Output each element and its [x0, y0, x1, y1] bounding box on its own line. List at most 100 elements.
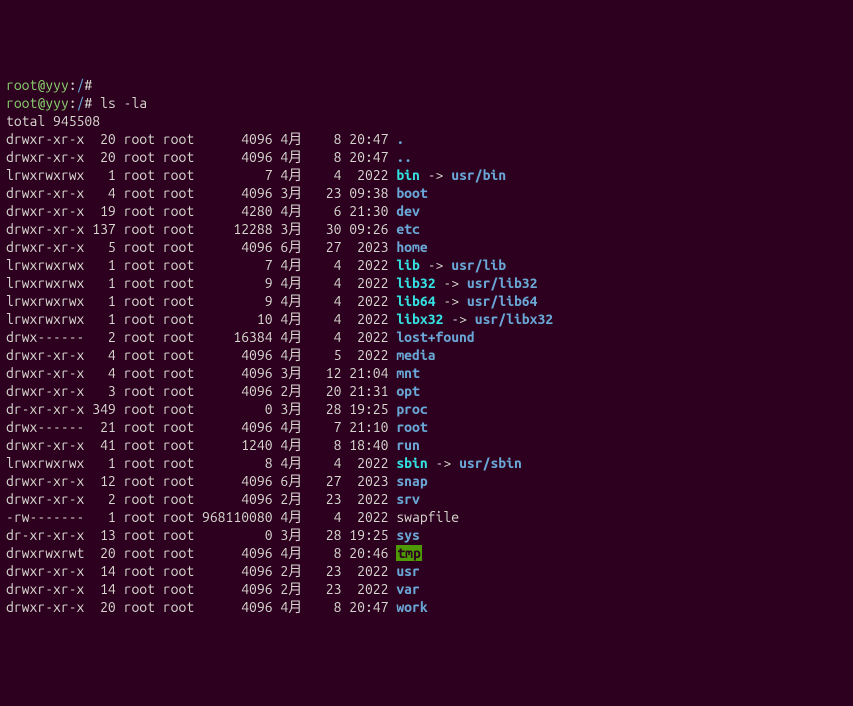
ls-meta: drwxr-xr-x 2 root root 4096 2月 23 2022 — [6, 491, 396, 507]
ls-meta: drwxr-xr-x 19 root root 4280 4月 6 21:30 — [6, 203, 396, 219]
ls-meta: dr-xr-xr-x 349 root root 0 3月 28 19:25 — [6, 401, 396, 417]
file-name: boot — [396, 185, 427, 201]
command-text: ls -la — [100, 95, 147, 111]
file-name: media — [396, 347, 435, 363]
file-name: var — [396, 581, 420, 597]
ls-meta: drwxr-xr-x 4 root root 4096 3月 23 09:38 — [6, 185, 396, 201]
ls-meta: drwx------ 2 root root 16384 4月 4 2022 — [6, 329, 396, 345]
symlink-arrow: -> — [420, 257, 451, 273]
prompt-hash: # — [84, 95, 100, 111]
ls-meta: drwxrwxrwt 20 root root 4096 4月 8 20:46 — [6, 545, 396, 561]
symlink-target: usr/lib64 — [467, 293, 538, 309]
ls-meta: drwxr-xr-x 4 root root 4096 4月 5 2022 — [6, 347, 396, 363]
ls-row: drwxr-xr-x 2 root root 4096 2月 23 2022 s… — [6, 490, 847, 508]
ls-row: drwxr-xr-x 12 root root 4096 6月 27 2023 … — [6, 472, 847, 490]
file-name: root — [396, 419, 427, 435]
file-name: proc — [396, 401, 427, 417]
ls-meta: lrwxrwxrwx 1 root root 9 4月 4 2022 — [6, 293, 396, 309]
file-name: home — [396, 239, 427, 255]
ls-row: lrwxrwxrwx 1 root root 8 4月 4 2022 sbin … — [6, 454, 847, 472]
ls-meta: drwxr-xr-x 14 root root 4096 2月 23 2022 — [6, 581, 396, 597]
ls-meta: drwxr-xr-x 14 root root 4096 2月 23 2022 — [6, 563, 396, 579]
ls-meta: drwxr-xr-x 41 root root 1240 4月 8 18:40 — [6, 437, 396, 453]
ls-meta: -rw------- 1 root root 968110080 4月 4 20… — [6, 509, 396, 525]
ls-row: lrwxrwxrwx 1 root root 9 4月 4 2022 lib64… — [6, 292, 847, 310]
ls-meta: drwxr-xr-x 20 root root 4096 4月 8 20:47 — [6, 131, 396, 147]
file-name: lib64 — [396, 293, 435, 309]
ls-row: lrwxrwxrwx 1 root root 7 4月 4 2022 lib -… — [6, 256, 847, 274]
file-name: lib32 — [396, 275, 435, 291]
symlink-arrow: -> — [443, 311, 474, 327]
ls-row: drwxr-xr-x 41 root root 1240 4月 8 18:40 … — [6, 436, 847, 454]
prompt-user: root@yyy — [6, 77, 69, 93]
ls-row: drwxr-xr-x 4 root root 4096 4月 5 2022 me… — [6, 346, 847, 364]
ls-meta: lrwxrwxrwx 1 root root 7 4月 4 2022 — [6, 167, 396, 183]
ls-meta: lrwxrwxrwx 1 root root 10 4月 4 2022 — [6, 311, 396, 327]
ls-row: drwxr-xr-x 19 root root 4280 4月 6 21:30 … — [6, 202, 847, 220]
symlink-arrow: -> — [436, 293, 467, 309]
prompt-hash: # — [84, 77, 100, 93]
ls-meta: drwxr-xr-x 20 root root 4096 4月 8 20:47 — [6, 149, 396, 165]
ls-meta: dr-xr-xr-x 13 root root 0 3月 28 19:25 — [6, 527, 396, 543]
file-name: bin — [396, 167, 420, 183]
ls-meta: drwx------ 21 root root 4096 4月 7 21:10 — [6, 419, 396, 435]
ls-row: drwxr-xr-x 20 root root 4096 4月 8 20:47 … — [6, 148, 847, 166]
prompt-colon: : — [69, 77, 77, 93]
file-name: lost+found — [396, 329, 474, 345]
file-name: lib — [396, 257, 420, 273]
ls-meta: lrwxrwxrwx 1 root root 7 4月 4 2022 — [6, 257, 396, 273]
file-name: mnt — [396, 365, 420, 381]
ls-meta: lrwxrwxrwx 1 root root 8 4月 4 2022 — [6, 455, 396, 471]
file-name: run — [396, 437, 420, 453]
file-name: srv — [396, 491, 420, 507]
file-name: libx32 — [396, 311, 443, 327]
ls-row: drwx------ 2 root root 16384 4月 4 2022 l… — [6, 328, 847, 346]
terminal-output[interactable]: root@yyy:/# root@yyy:/# ls -latotal 9455… — [6, 76, 847, 616]
symlink-arrow: -> — [436, 275, 467, 291]
prompt-line[interactable]: root@yyy:/# — [6, 76, 847, 94]
file-name: opt — [396, 383, 420, 399]
ls-row: drwxr-xr-x 20 root root 4096 4月 8 20:47 … — [6, 130, 847, 148]
file-name: dev — [396, 203, 420, 219]
file-name: etc — [396, 221, 420, 237]
symlink-target: usr/lib — [451, 257, 506, 273]
file-name: snap — [396, 473, 427, 489]
file-name: tmp — [396, 545, 422, 561]
prompt-line[interactable]: root@yyy:/# ls -la — [6, 94, 847, 112]
ls-row: dr-xr-xr-x 13 root root 0 3月 28 19:25 sy… — [6, 526, 847, 544]
ls-row: drwxr-xr-x 3 root root 4096 2月 20 21:31 … — [6, 382, 847, 400]
ls-row: drwxrwxrwt 20 root root 4096 4月 8 20:46 … — [6, 544, 847, 562]
total-line: total 945508 — [6, 112, 847, 130]
prompt-user: root@yyy — [6, 95, 69, 111]
ls-meta: drwxr-xr-x 5 root root 4096 6月 27 2023 — [6, 239, 396, 255]
symlink-target: usr/libx32 — [475, 311, 553, 327]
ls-meta: drwxr-xr-x 4 root root 4096 3月 12 21:04 — [6, 365, 396, 381]
ls-row: dr-xr-xr-x 349 root root 0 3月 28 19:25 p… — [6, 400, 847, 418]
file-name: sbin — [396, 455, 427, 471]
symlink-arrow: -> — [428, 455, 459, 471]
ls-row: -rw------- 1 root root 968110080 4月 4 20… — [6, 508, 847, 526]
ls-row: drwxr-xr-x 137 root root 12288 3月 30 09:… — [6, 220, 847, 238]
ls-meta: drwxr-xr-x 137 root root 12288 3月 30 09:… — [6, 221, 396, 237]
symlink-target: usr/lib32 — [467, 275, 538, 291]
ls-meta: drwxr-xr-x 12 root root 4096 6月 27 2023 — [6, 473, 396, 489]
ls-row: lrwxrwxrwx 1 root root 7 4月 4 2022 bin -… — [6, 166, 847, 184]
ls-row: drwxr-xr-x 14 root root 4096 2月 23 2022 … — [6, 562, 847, 580]
ls-row: drwxr-xr-x 5 root root 4096 6月 27 2023 h… — [6, 238, 847, 256]
symlink-target: usr/sbin — [459, 455, 522, 471]
symlink-target: usr/bin — [451, 167, 506, 183]
ls-row: drwxr-xr-x 20 root root 4096 4月 8 20:47 … — [6, 598, 847, 616]
symlink-arrow: -> — [420, 167, 451, 183]
ls-row: drwxr-xr-x 4 root root 4096 3月 12 21:04 … — [6, 364, 847, 382]
file-name: .. — [396, 149, 412, 165]
ls-row: drwxr-xr-x 4 root root 4096 3月 23 09:38 … — [6, 184, 847, 202]
ls-row: lrwxrwxrwx 1 root root 10 4月 4 2022 libx… — [6, 310, 847, 328]
prompt-colon: : — [69, 95, 77, 111]
ls-meta: drwxr-xr-x 20 root root 4096 4月 8 20:47 — [6, 599, 396, 615]
file-name: . — [396, 131, 404, 147]
ls-row: drwx------ 21 root root 4096 4月 7 21:10 … — [6, 418, 847, 436]
file-name: swapfile — [396, 509, 459, 525]
ls-meta: lrwxrwxrwx 1 root root 9 4月 4 2022 — [6, 275, 396, 291]
file-name: usr — [396, 563, 420, 579]
file-name: work — [396, 599, 427, 615]
